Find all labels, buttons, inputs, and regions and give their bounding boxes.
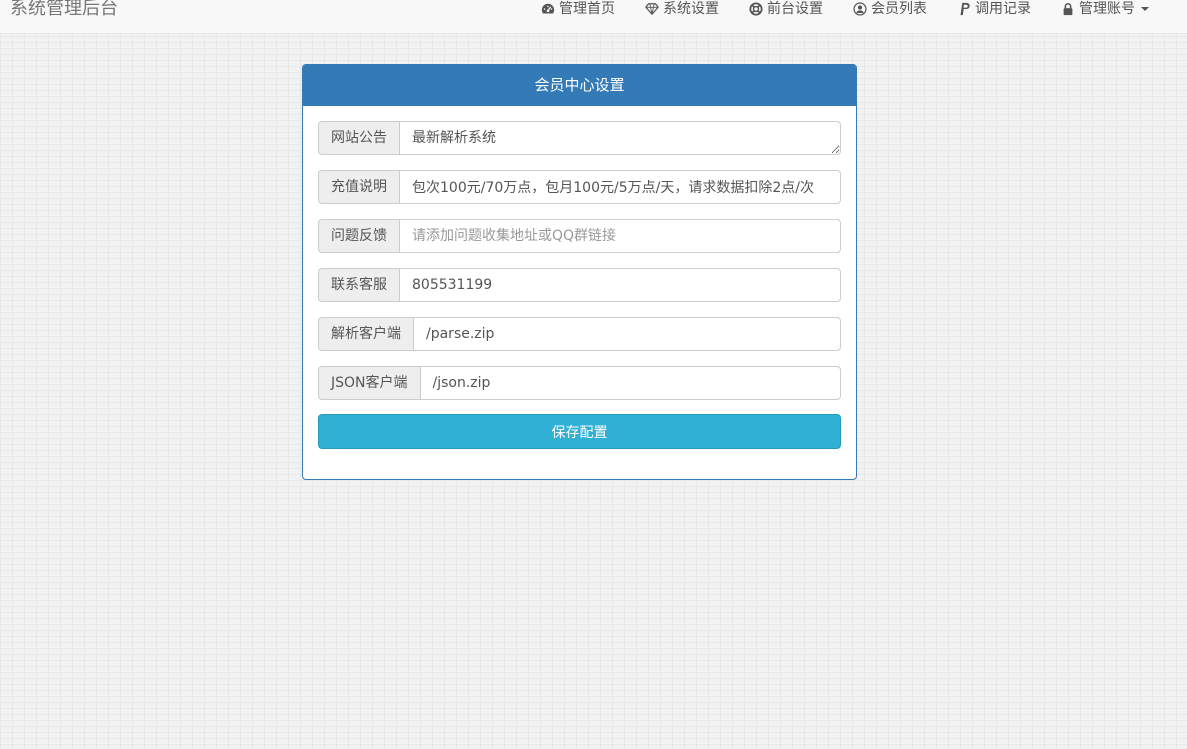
field-label: 联系客服 <box>318 268 399 302</box>
nav-label: 系统设置 <box>663 1 719 17</box>
member-center-settings-panel: 会员中心设置 网站公告 最新解析系统 充值说明 问题反馈 联系客服 解析客户端 … <box>302 64 857 480</box>
lock-icon <box>1061 2 1075 16</box>
nav-item-system-settings[interactable]: 系统设置 <box>645 0 719 22</box>
announcement-group: 网站公告 最新解析系统 <box>318 121 841 155</box>
nav-item-member-list[interactable]: 会员列表 <box>853 0 927 22</box>
main-nav: 管理首页 系统设置 前台设置 会员列表 调用记录 管理账号 <box>511 0 1149 22</box>
settings-form: 网站公告 最新解析系统 充值说明 问题反馈 联系客服 解析客户端 JSON客户端… <box>303 106 856 449</box>
customer-service-input[interactable] <box>399 268 841 302</box>
json-client-input[interactable] <box>419 366 841 400</box>
feedback-input[interactable] <box>399 219 841 253</box>
feedback-group: 问题反馈 <box>318 219 841 253</box>
field-label: 问题反馈 <box>318 219 399 253</box>
customer-service-group: 联系客服 <box>318 268 841 302</box>
paypal-icon <box>957 2 971 16</box>
parse-client-input[interactable] <box>413 317 841 351</box>
announcement-textarea[interactable]: 最新解析系统 <box>399 121 841 155</box>
nav-item-dashboard[interactable]: 管理首页 <box>541 0 615 22</box>
nav-label: 会员列表 <box>871 1 927 17</box>
field-label: JSON客户端 <box>318 366 420 400</box>
field-label: 网站公告 <box>318 121 399 155</box>
user-circle-icon <box>853 2 867 16</box>
dashboard-icon <box>541 2 555 16</box>
diamond-icon <box>645 2 659 16</box>
nav-label: 管理账号 <box>1079 1 1135 17</box>
json-client-group: JSON客户端 <box>318 366 841 400</box>
nav-label: 调用记录 <box>975 1 1031 17</box>
recharge-info-group: 充值说明 <box>318 170 841 204</box>
field-label: 解析客户端 <box>318 317 413 351</box>
top-navbar: 系统管理后台 管理首页 系统设置 前台设置 会员列表 调用记录 管理账号 <box>0 0 1187 34</box>
nav-item-call-records[interactable]: 调用记录 <box>957 0 1031 22</box>
brand-title[interactable]: 系统管理后台 <box>10 0 118 22</box>
parse-client-group: 解析客户端 <box>318 317 841 351</box>
recharge-info-input[interactable] <box>399 170 841 204</box>
nav-item-frontend-settings[interactable]: 前台设置 <box>749 0 823 22</box>
nav-label: 前台设置 <box>767 1 823 17</box>
nav-label: 管理首页 <box>559 1 615 17</box>
nav-item-admin-account[interactable]: 管理账号 <box>1061 0 1149 22</box>
panel-title: 会员中心设置 <box>303 65 856 106</box>
caret-down-icon <box>1141 7 1149 11</box>
lifebuoy-icon <box>749 2 763 16</box>
field-label: 充值说明 <box>318 170 399 204</box>
save-config-button[interactable]: 保存配置 <box>318 414 841 449</box>
